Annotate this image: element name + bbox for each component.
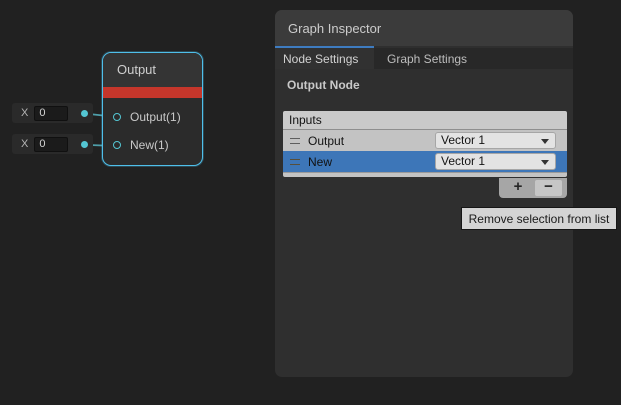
tab-node-settings[interactable]: Node Settings [275, 48, 374, 69]
connector-dot-icon[interactable] [81, 141, 88, 148]
node-color-bar [103, 87, 202, 98]
port-label: New(1) [130, 138, 169, 152]
row-label: Output [308, 134, 344, 148]
number-field[interactable] [34, 106, 68, 121]
node-title: Output [103, 53, 202, 87]
connector-dot-icon[interactable] [81, 110, 88, 117]
port-label: Output(1) [130, 110, 181, 124]
inputs-list: Inputs Output Vector 1 New Vector 1 [283, 111, 567, 177]
list-row-new[interactable]: New Vector 1 [283, 151, 567, 172]
vector-input-widget-2: X [12, 134, 93, 154]
graph-inspector-panel: Graph Inspector Node Settings Graph Sett… [275, 10, 573, 377]
panel-title[interactable]: Graph Inspector [275, 10, 573, 46]
drag-handle-icon[interactable] [290, 159, 300, 165]
number-field[interactable] [34, 137, 68, 152]
chevron-down-icon [541, 160, 549, 165]
port-row-new: New(1) [103, 131, 202, 159]
vector-input-widget-1: X [12, 103, 93, 123]
dropdown-value: Vector 1 [441, 154, 485, 168]
remove-item-button[interactable]: − [535, 180, 562, 196]
port-row-output: Output(1) [103, 103, 202, 131]
node-ports: Output(1) New(1) [103, 98, 202, 159]
type-dropdown[interactable]: Vector 1 [435, 153, 556, 170]
row-label: New [308, 155, 332, 169]
section-title: Output Node [287, 78, 360, 92]
list-row-output[interactable]: Output Vector 1 [283, 130, 567, 151]
output-node[interactable]: Output Output(1) New(1) [102, 52, 203, 166]
tab-graph-settings[interactable]: Graph Settings [374, 48, 484, 69]
add-item-button[interactable]: + [504, 180, 532, 196]
dropdown-value: Vector 1 [441, 133, 485, 147]
inputs-list-header: Inputs [283, 111, 567, 130]
axis-label: X [21, 107, 28, 119]
axis-label: X [21, 138, 28, 150]
drag-handle-icon[interactable] [290, 138, 300, 144]
list-bottom-strip [283, 172, 567, 177]
port-icon[interactable] [113, 141, 121, 149]
list-footer: + − [499, 178, 567, 198]
type-dropdown[interactable]: Vector 1 [435, 132, 556, 149]
port-icon[interactable] [113, 113, 121, 121]
tab-bar: Node Settings Graph Settings [275, 48, 573, 69]
tooltip: Remove selection from list [461, 207, 617, 230]
chevron-down-icon [541, 139, 549, 144]
